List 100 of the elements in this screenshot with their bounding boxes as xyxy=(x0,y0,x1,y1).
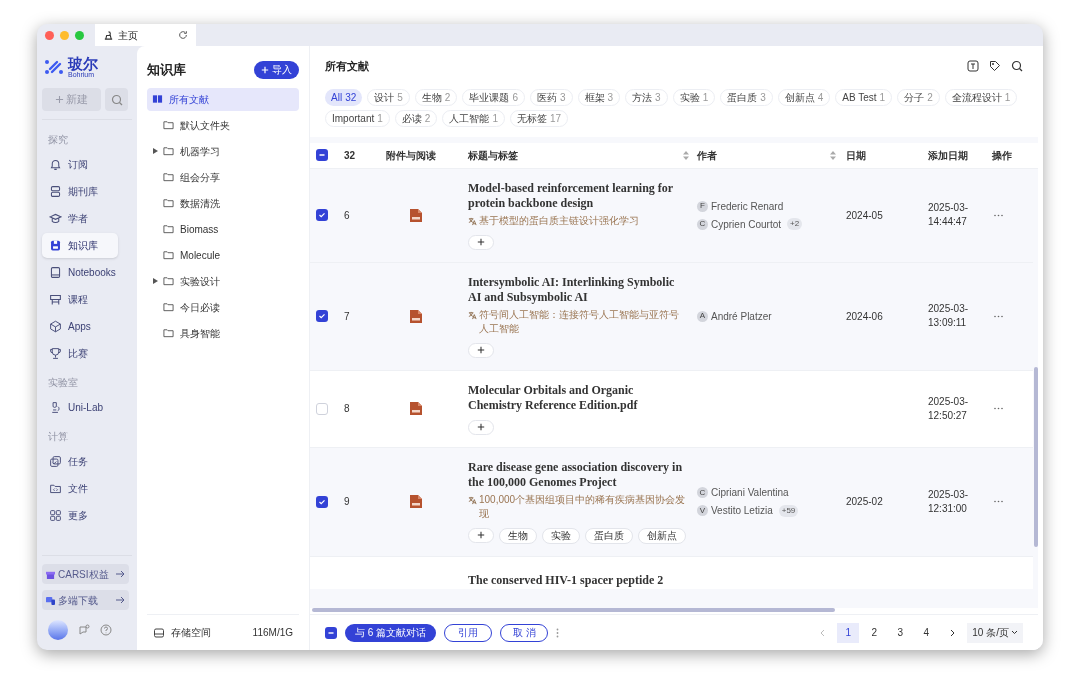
library-title: 知识库 xyxy=(147,61,186,79)
tag-icon[interactable] xyxy=(989,60,1001,73)
author-name[interactable]: André Platzer xyxy=(711,308,772,324)
row-checkbox[interactable] xyxy=(316,495,328,508)
author-avatar: V xyxy=(697,505,708,516)
nav-item[interactable]: 订阅 xyxy=(42,152,132,177)
page-button[interactable]: 1 xyxy=(837,622,860,643)
chat-button[interactable]: 与 6 篇文献对话 xyxy=(345,623,437,642)
more-authors-badge[interactable]: +59 xyxy=(778,504,799,517)
section-label: 探究 xyxy=(47,133,69,147)
pdf-icon[interactable] xyxy=(409,207,423,223)
folder-item[interactable]: 组会分享 xyxy=(147,165,299,189)
row-checkbox[interactable] xyxy=(316,209,328,221)
pdf-icon[interactable] xyxy=(409,401,423,416)
filter-chip[interactable]: All 32 xyxy=(325,88,363,106)
more-icon[interactable] xyxy=(994,213,1003,217)
scrollbar[interactable] xyxy=(1033,366,1038,547)
select-all-checkbox[interactable] xyxy=(325,626,337,639)
notebook-icon xyxy=(49,266,62,279)
add-tag-button[interactable] xyxy=(468,419,494,435)
add-tag-button[interactable] xyxy=(468,527,494,543)
page-button[interactable]: 4 xyxy=(915,622,938,643)
folder-item[interactable]: 数据清洗 xyxy=(147,191,299,215)
paper-title[interactable]: Molecular Orbitals and Organic Chemistry Reference Edition.pdf xyxy=(468,382,687,413)
import-button[interactable]: 导入 xyxy=(254,60,299,79)
previous-page-icon[interactable] xyxy=(819,628,825,637)
row-checkbox[interactable] xyxy=(316,402,328,415)
search-icon[interactable] xyxy=(1011,60,1023,73)
nav-item[interactable]: 更多 xyxy=(42,503,132,528)
folder-item[interactable]: 默认文件夹 xyxy=(147,113,299,137)
folder-item[interactable]: 机器学习 xyxy=(147,139,299,163)
nav-item[interactable]: 文件 xyxy=(42,476,132,501)
check-icon xyxy=(318,312,326,320)
search-button[interactable] xyxy=(105,88,128,111)
author-name[interactable]: Cyprien Courtot xyxy=(711,216,782,232)
caret-icon[interactable] xyxy=(152,278,158,284)
more-icon[interactable] xyxy=(994,407,1003,410)
author-name[interactable]: Cipriani Valentina xyxy=(711,485,789,500)
folder-item[interactable]: Molecule xyxy=(147,243,299,267)
folder-item[interactable]: 今日必读 xyxy=(147,295,299,319)
add-tag-button[interactable] xyxy=(468,234,494,250)
avatar[interactable] xyxy=(48,620,68,640)
folder-item[interactable]: Biomass xyxy=(147,217,299,241)
reload-icon[interactable] xyxy=(178,30,188,40)
more-authors-badge[interactable]: +2 xyxy=(787,218,803,230)
pdf-icon[interactable] xyxy=(409,494,423,509)
added-date: 2025-03- xyxy=(928,201,970,215)
browser-tab[interactable]: 主页 xyxy=(95,24,196,46)
row-checkbox[interactable] xyxy=(316,310,328,322)
nav-item[interactable]: 任务 xyxy=(42,449,132,474)
nav-item[interactable]: 学者 xyxy=(42,206,132,231)
caret-icon[interactable] xyxy=(152,148,158,154)
feedback-icon[interactable] xyxy=(78,624,90,636)
folder-item[interactable]: 具身智能 xyxy=(147,321,299,345)
column-header: 添加日期 xyxy=(928,148,969,163)
paper-title[interactable]: The conserved HIV-1 spacer peptide 2 xyxy=(468,570,664,589)
tag-chip[interactable]: 生物 xyxy=(499,527,537,544)
nav-item[interactable]: 课程 xyxy=(42,287,132,312)
pdf-icon[interactable] xyxy=(409,308,423,324)
translate-icon[interactable] xyxy=(967,60,979,73)
help-icon[interactable] xyxy=(100,624,112,636)
nav-item[interactable]: Apps xyxy=(42,314,132,339)
folder-item[interactable]: 实验设计 xyxy=(147,269,299,293)
more-icon[interactable] xyxy=(994,500,1003,503)
horizontal-scrollbar[interactable] xyxy=(312,608,835,612)
nav-item[interactable]: 知识库 xyxy=(42,233,118,258)
plus-icon xyxy=(477,346,485,354)
more-icon[interactable] xyxy=(556,627,560,638)
sort-icon[interactable] xyxy=(830,150,836,160)
nav-item[interactable]: 期刊库 xyxy=(42,179,132,204)
nav-item[interactable]: Uni-Lab xyxy=(42,395,132,420)
author-name[interactable]: Frederic Renard xyxy=(711,198,784,214)
benefits-link[interactable]: CARSI权益 xyxy=(42,564,129,584)
author-name[interactable]: Vestito Letizia xyxy=(711,503,773,518)
page-button[interactable]: 2 xyxy=(863,622,886,643)
column-header: 标题与标签 xyxy=(468,148,518,163)
paper-title[interactable]: Intersymbolic AI: Interlinking Symbolic AI and Subsymbolic AI xyxy=(468,274,687,305)
select-all-checkbox[interactable] xyxy=(316,149,328,161)
folder-icon xyxy=(163,276,174,286)
arrow-icon xyxy=(116,570,125,578)
folder-icon xyxy=(163,224,174,234)
folder-item[interactable]: 所有文献 xyxy=(147,87,299,111)
tag-chip[interactable]: 实验 xyxy=(542,527,580,544)
tag-chip[interactable]: 蛋白质 xyxy=(585,527,633,544)
more-icon[interactable] xyxy=(994,314,1003,318)
page-button[interactable]: 3 xyxy=(889,622,912,643)
paper-title[interactable]: Model-based reinforcement learning for protein backbone design xyxy=(468,180,687,211)
tag-chip[interactable]: 创新点 xyxy=(638,527,686,544)
page-size-select[interactable]: 10 条/页 xyxy=(967,622,1023,643)
plus-icon xyxy=(477,531,485,539)
nav-item[interactable]: Notebooks xyxy=(42,260,132,285)
chevron-down-icon xyxy=(1011,630,1018,635)
nav-item[interactable]: 比赛 xyxy=(42,341,132,366)
next-page-icon[interactable] xyxy=(949,628,955,637)
add-tag-button[interactable] xyxy=(468,342,494,358)
translated-title: 100,000个基因组项目中的稀有疾病基因协会发现 xyxy=(479,492,687,521)
download-link[interactable]: 多端下载 xyxy=(42,590,129,610)
date-text: 2024-06 xyxy=(846,310,883,322)
paper-title[interactable]: Rare disease gene association discovery in the 100,000 Genomes Project xyxy=(468,459,687,490)
sort-icon[interactable] xyxy=(683,150,689,160)
